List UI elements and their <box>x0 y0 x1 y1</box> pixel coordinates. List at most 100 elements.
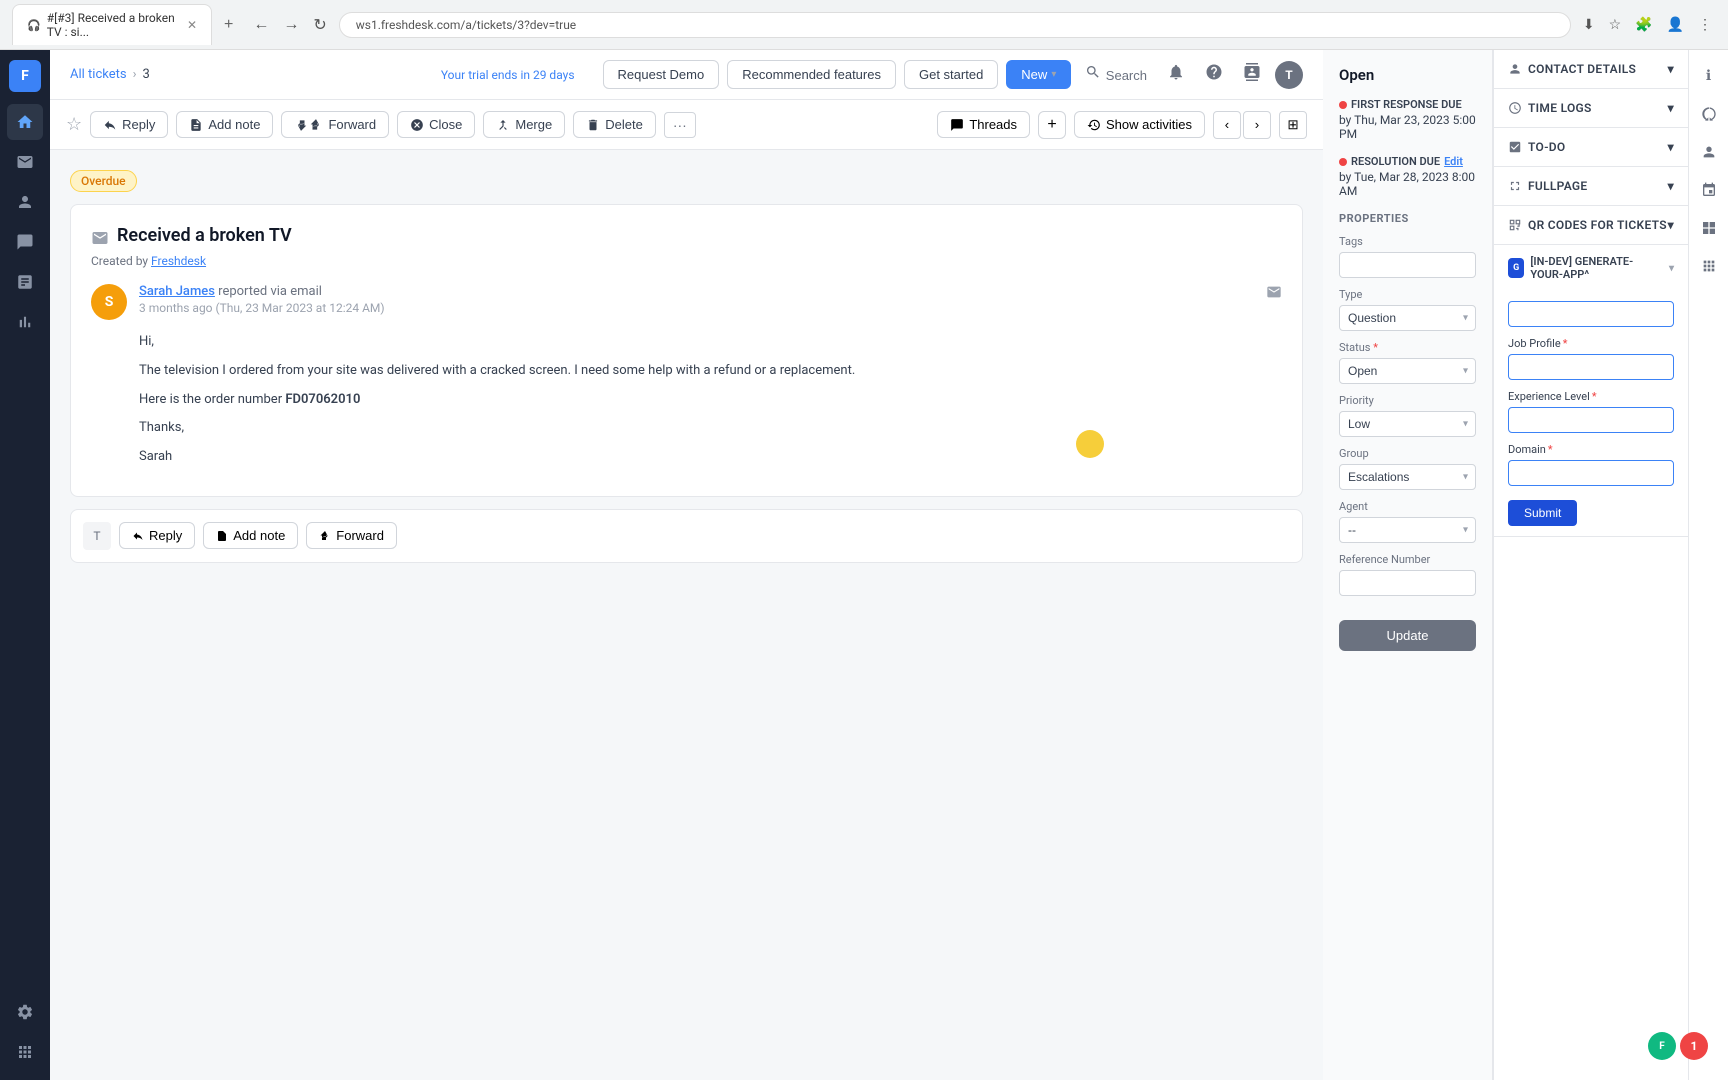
app-generate-header[interactable]: G [IN-DEV] GENERATE-YOUR-APP^ ▾ <box>1494 245 1688 291</box>
status-label: Status * <box>1339 341 1476 354</box>
job-profile-required: * <box>1563 337 1568 350</box>
priority-select[interactable]: Low Medium High Urgent <box>1339 411 1476 437</box>
freshworks-bot-icon[interactable]: F <box>1648 1032 1676 1060</box>
experience-level-input[interactable] <box>1508 407 1674 433</box>
qr-codes-expand-icon: ▾ <box>1668 218 1674 232</box>
delete-button[interactable]: Delete <box>573 111 656 138</box>
chevron-down-icon: ▾ <box>1051 69 1056 80</box>
app-search-input[interactable] <box>1508 301 1674 327</box>
reply-button[interactable]: Reply <box>90 111 168 138</box>
domain-required: * <box>1548 443 1553 456</box>
request-demo-button[interactable]: Request Demo <box>603 60 720 89</box>
priority-select-wrapper: Low Medium High Urgent <box>1339 411 1476 437</box>
browser-tabs: 🎧 #[#3] Received a broken TV : si... ✕ + <box>12 4 241 45</box>
domain-input[interactable] <box>1508 460 1674 486</box>
sidebar-item-settings[interactable] <box>7 994 43 1030</box>
breadcrumb-all-tickets[interactable]: All tickets <box>70 67 127 82</box>
status-select[interactable]: Open Pending Resolved Closed <box>1339 358 1476 384</box>
created-by-link[interactable]: Freshdesk <box>151 254 206 268</box>
reply-area-card: T Reply Add note Forward <box>70 509 1303 563</box>
add-thread-button[interactable]: + <box>1038 111 1066 139</box>
tags-input[interactable] <box>1339 252 1476 278</box>
star-button[interactable]: ☆ <box>66 114 82 135</box>
editor-format-icon[interactable]: T <box>83 522 111 550</box>
merge-button[interactable]: Merge <box>483 111 565 138</box>
get-started-button[interactable]: Get started <box>904 60 998 89</box>
sender-name-link[interactable]: Sarah James <box>139 284 215 299</box>
profile-icon[interactable]: 👤 <box>1663 12 1688 37</box>
user-avatar[interactable]: T <box>1275 61 1303 89</box>
type-select[interactable]: Question Incident Problem Feature Reques… <box>1339 305 1476 331</box>
tab-favicon: 🎧 <box>27 19 41 32</box>
overdue-badge: Overdue <box>70 170 137 192</box>
show-activities-button[interactable]: Show activities <box>1074 111 1205 138</box>
bookmark-icon[interactable]: ☆ <box>1605 12 1626 37</box>
close-ticket-button[interactable]: Close <box>397 111 475 138</box>
help-button[interactable] <box>1199 57 1229 92</box>
sidebar-item-analytics[interactable] <box>7 304 43 340</box>
time-logs-icon <box>1508 101 1522 115</box>
tab-close-icon[interactable]: ✕ <box>187 18 197 32</box>
more-icon[interactable]: ⋮ <box>1694 12 1716 37</box>
sidebar-item-email[interactable] <box>7 144 43 180</box>
contact-details-header[interactable]: CONTACT DETAILS ▾ <box>1494 50 1688 88</box>
recommended-features-button[interactable]: Recommended features <box>727 60 896 89</box>
sidebar-item-contacts[interactable] <box>7 184 43 220</box>
topbar-actions: Request Demo Recommended features Get st… <box>603 57 1303 92</box>
search-button[interactable]: Search <box>1079 58 1153 91</box>
forward-button[interactable]: → <box>279 12 303 38</box>
contact-details-icon <box>1508 62 1522 76</box>
email-small-icon <box>1266 284 1282 300</box>
icon-bar: ℹ <box>1688 50 1728 1080</box>
new-button[interactable]: New ▾ <box>1006 60 1071 89</box>
qr-codes-header[interactable]: QR CODES FOR TICKETS ▾ <box>1494 206 1688 244</box>
address-bar[interactable]: ws1.freshdesk.com/a/tickets/3?dev=true <box>339 12 1571 38</box>
sidebar-item-home[interactable] <box>7 104 43 140</box>
contacts-icon-button[interactable] <box>1237 57 1267 92</box>
icon-bar-calendar[interactable] <box>1693 174 1725 206</box>
icon-bar-apps[interactable] <box>1693 250 1725 282</box>
back-button[interactable]: ← <box>249 12 273 38</box>
fullpage-header[interactable]: FULLPAGE ▾ <box>1494 167 1688 205</box>
active-tab[interactable]: 🎧 #[#3] Received a broken TV : si... ✕ <box>12 4 212 45</box>
prev-ticket-button[interactable]: ‹ <box>1213 111 1241 139</box>
next-ticket-button[interactable]: › <box>1243 111 1271 139</box>
add-note-btn-small[interactable]: Add note <box>203 522 298 549</box>
todo-header[interactable]: TO-DO ▾ <box>1494 128 1688 166</box>
forward-btn-small[interactable]: Forward <box>306 522 397 549</box>
icon-bar-contacts[interactable] <box>1693 136 1725 168</box>
reply-btn-small[interactable]: Reply <box>119 522 195 549</box>
group-select[interactable]: Escalations Support Billing <box>1339 464 1476 490</box>
fullpage-icon <box>1508 179 1522 193</box>
download-icon[interactable]: ⬇ <box>1579 12 1599 37</box>
more-options-button[interactable]: ··· <box>664 112 696 138</box>
icon-bar-info[interactable]: ℹ <box>1693 60 1725 92</box>
notification-count-badge[interactable]: 1 <box>1680 1032 1708 1060</box>
ref-number-input[interactable] <box>1339 570 1476 596</box>
sidebar-item-apps[interactable] <box>7 1034 43 1070</box>
forward-button[interactable]: Forward <box>281 111 389 138</box>
new-tab-button[interactable]: + <box>216 12 241 38</box>
toolbar-right: Threads + Show activities ‹ › ⊞ <box>937 111 1307 139</box>
breadcrumb-ticket-id: 3 <box>142 67 149 82</box>
notifications-button[interactable] <box>1161 57 1191 92</box>
time-logs-header[interactable]: TIME LOGS ▾ <box>1494 89 1688 127</box>
layout-button[interactable]: ⊞ <box>1279 111 1307 139</box>
update-button[interactable]: Update <box>1339 620 1476 651</box>
sender-via: reported via email <box>218 284 322 299</box>
resolution-edit-link[interactable]: Edit <box>1444 155 1463 168</box>
threads-button[interactable]: Threads <box>937 111 1030 138</box>
app-submit-button[interactable]: Submit <box>1508 500 1577 526</box>
icon-bar-activities[interactable] <box>1693 98 1725 130</box>
job-profile-input[interactable] <box>1508 354 1674 380</box>
add-note-button[interactable]: Add note <box>176 111 273 138</box>
sidebar-item-tickets[interactable] <box>7 224 43 260</box>
group-label: Group <box>1339 447 1476 460</box>
icon-bar-grid[interactable] <box>1693 212 1725 244</box>
sidebar-item-reports[interactable] <box>7 264 43 300</box>
extensions-icon[interactable]: 🧩 <box>1631 12 1656 37</box>
topbar: All tickets › 3 Your trial ends in 29 da… <box>50 50 1323 100</box>
agent-select[interactable]: -- <box>1339 517 1476 543</box>
body-order: Here is the order number FD07062010 <box>139 390 1282 411</box>
reload-button[interactable]: ↻ <box>309 11 330 39</box>
